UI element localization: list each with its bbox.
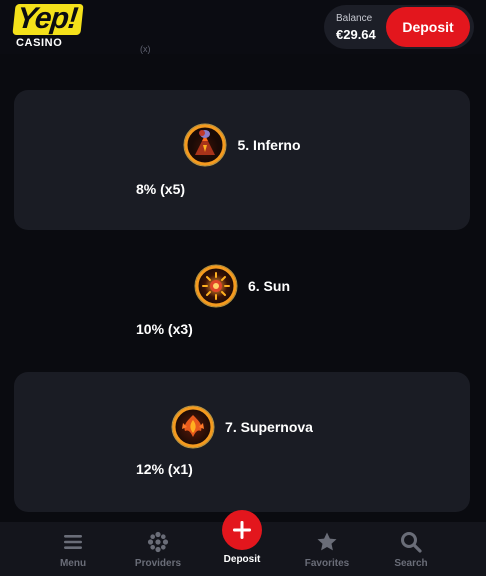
star-icon: [315, 530, 339, 554]
top-header: Yep! CASINO Balance €29.64 Deposit: [0, 0, 486, 54]
menu-icon: [61, 530, 85, 554]
nav-label: Menu: [59, 558, 87, 569]
logo-wordmark: Yep!: [12, 2, 84, 35]
inferno-icon: [183, 123, 227, 167]
logo-subtitle: CASINO: [16, 37, 63, 49]
nav-label: Search: [394, 558, 428, 569]
level-card-inferno: 5. Inferno 8% (x5): [14, 90, 470, 230]
level-rate: 8% (x5): [136, 181, 186, 197]
level-header: 6. Sun: [14, 264, 470, 308]
level-name: 7. Supernova: [225, 419, 313, 435]
balance-label: Balance: [336, 13, 373, 24]
nav-label: Providers: [134, 558, 182, 569]
level-name: 5. Inferno: [237, 137, 301, 153]
deposit-button[interactable]: Deposit: [386, 7, 470, 47]
providers-icon: [146, 530, 170, 554]
supernova-icon: [171, 405, 215, 449]
nav-label: Favorites: [304, 558, 350, 569]
page: Yep! CASINO Balance €29.64 Deposit (x) 5…: [0, 0, 486, 576]
nav-search[interactable]: Search: [371, 522, 451, 576]
sun-icon: [194, 264, 238, 308]
nav-providers[interactable]: Providers: [118, 522, 198, 576]
nav-favorites[interactable]: Favorites: [287, 522, 367, 576]
level-header: 5. Inferno: [14, 123, 470, 167]
search-icon: [399, 530, 423, 554]
casino-logo[interactable]: Yep! CASINO: [12, 2, 102, 50]
balance-value: €29.64: [336, 27, 376, 42]
level-card-supernova: 7. Supernova 12% (x1): [14, 372, 470, 512]
level-rate: 10% (x3): [136, 321, 193, 337]
bottom-navigation: Menu Providers Deposit Favorites Search: [0, 510, 486, 576]
level-name: 6. Sun: [247, 278, 290, 294]
level-header: 7. Supernova: [14, 405, 470, 449]
nav-menu[interactable]: Menu: [33, 522, 113, 576]
level-card-sun: 6. Sun 10% (x3): [14, 231, 470, 371]
nav-label: Deposit: [223, 554, 261, 565]
level-rate: 12% (x1): [136, 461, 193, 477]
plus-icon: [222, 510, 262, 550]
nav-deposit[interactable]: Deposit: [200, 510, 284, 576]
previous-level-rate-cutoff: (x): [140, 44, 151, 54]
